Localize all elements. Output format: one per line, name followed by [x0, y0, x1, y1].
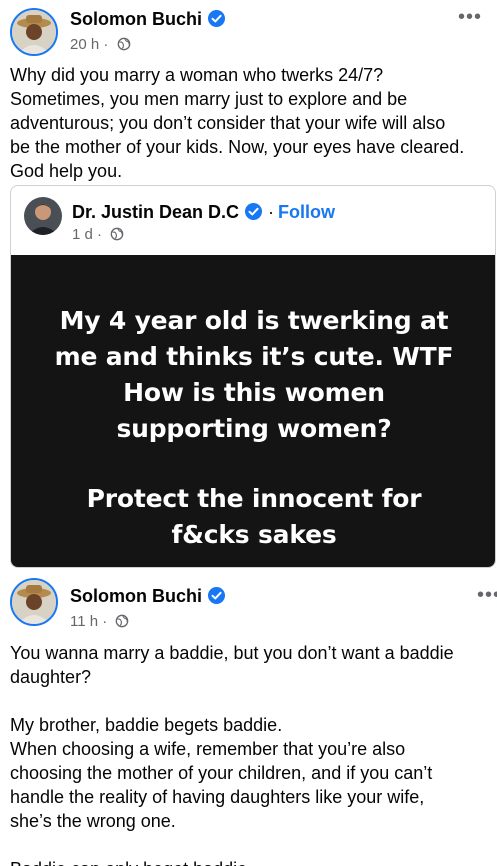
meta-separator: · [102, 613, 108, 630]
globe-icon [110, 227, 124, 241]
post-text-line: be the mother of your kids. Now, your ey… [10, 137, 465, 157]
globe-icon [116, 614, 129, 628]
more-horizontal-icon[interactable]: ••• [477, 585, 497, 605]
verified-badge-icon [208, 10, 225, 27]
time-text[interactable]: 11 h [70, 613, 98, 630]
post-text-line: choosing the mother of your children, an… [10, 763, 433, 783]
image-text-line: me and thinks it’s cute. WTF [54, 342, 454, 371]
more-horizontal-icon[interactable]: ••• [458, 7, 482, 27]
author-name-text[interactable]: Solomon Buchi [70, 9, 202, 29]
post-2-header: Solomon Buchi 11 h · ••• [10, 576, 497, 636]
post-timestamp[interactable]: 20 h · [70, 36, 131, 53]
shared-post-image[interactable]: My 4 year old is twerking at me and thin… [11, 255, 495, 567]
post-text-line: Why did you marry a woman who twerks 24/… [10, 65, 384, 85]
image-text-line: supporting women? [116, 414, 392, 443]
post-text-line: When choosing a wife, remember that you’… [10, 739, 406, 759]
shared-author-name-text[interactable]: Dr. Justin Dean D.C [72, 202, 239, 222]
author-name[interactable]: Solomon Buchi [70, 9, 225, 30]
time-text[interactable]: 1 d [72, 226, 93, 243]
image-text-line: How is this women [123, 378, 385, 407]
post-text-line: You wanna marry a baddie, but you don’t … [10, 643, 454, 663]
post-timestamp[interactable]: 11 h · [70, 613, 129, 630]
meta-separator: · [103, 36, 109, 53]
post-1-header: Solomon Buchi 20 h · ••• [10, 6, 490, 56]
image-text-line: My 4 year old is twerking at [59, 306, 449, 335]
post-text-line: handle the reality of having daughters l… [10, 787, 425, 807]
author-name[interactable]: Solomon Buchi [70, 586, 225, 607]
post-text-line: God help you. [10, 161, 123, 181]
author-avatar[interactable] [10, 8, 58, 56]
image-text-line: Protect the innocent for [86, 484, 422, 513]
shared-post-card[interactable]: Dr. Justin Dean D.C · Follow 1 d · My 4 ye… [10, 185, 496, 568]
author-name-text[interactable]: Solomon Buchi [70, 586, 202, 606]
globe-icon [117, 37, 130, 51]
follow-separator: · [268, 202, 275, 222]
post-text-line: My brother, baddie begets baddie. [10, 715, 283, 735]
image-text-line: f&cks sakes [171, 520, 337, 549]
post-text-line: adventurous; you don’t consider that you… [10, 113, 446, 133]
author-avatar[interactable] [10, 578, 58, 626]
follow-button[interactable]: Follow [278, 202, 335, 222]
post-2-body: You wanna marry a baddie, but you don’t … [10, 641, 497, 866]
shared-author-avatar[interactable] [24, 197, 62, 235]
meta-separator: · [97, 226, 103, 243]
post-text-line: Baddie can only beget baddie. [10, 857, 497, 866]
post-text-line: she’s the wrong one. [10, 811, 176, 831]
verified-badge-icon [208, 587, 225, 604]
shared-author-name[interactable]: Dr. Justin Dean D.C · Follow [72, 202, 335, 223]
time-text[interactable]: 20 h [70, 36, 99, 53]
post-text-line: daughter? [10, 667, 92, 687]
verified-badge-icon [245, 203, 263, 220]
post-1-body: Why did you marry a woman who twerks 24/… [10, 63, 497, 183]
shared-post-header: Dr. Justin Dean D.C · Follow 1 d · [11, 186, 495, 252]
shared-post-timestamp[interactable]: 1 d · [72, 226, 124, 243]
post-text-line: Sometimes, you men marry just to explore… [10, 89, 408, 109]
